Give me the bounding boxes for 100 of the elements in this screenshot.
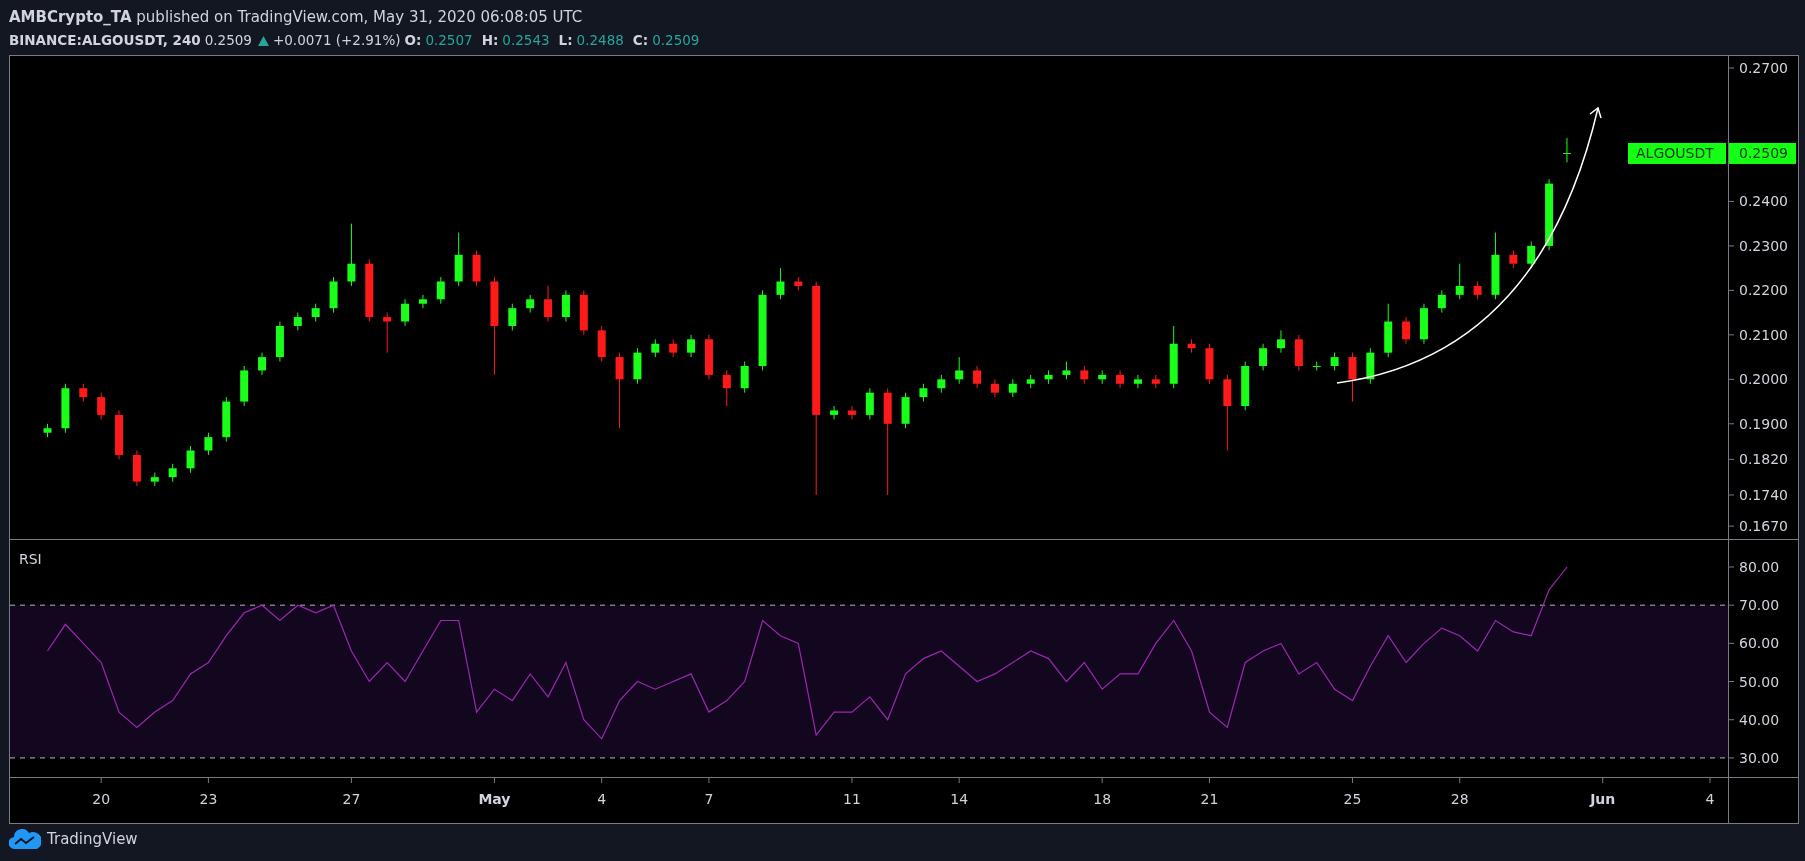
date-axis-label: 20 xyxy=(92,791,111,807)
price-axis-label: 0.1820 xyxy=(1739,451,1788,468)
date-axis-label: 4 xyxy=(1705,791,1715,807)
price-axis-label: 0.2100 xyxy=(1739,326,1788,343)
candle xyxy=(1044,369,1053,385)
candle xyxy=(1294,334,1303,371)
author-name[interactable]: AMBCrypto_TA xyxy=(9,8,132,26)
candle xyxy=(722,369,731,407)
candle xyxy=(79,383,88,403)
rsi-axis-label: 30.00 xyxy=(1739,749,1780,766)
date-axis-label: 4 xyxy=(597,791,607,807)
candle xyxy=(204,432,213,456)
candle xyxy=(919,383,928,403)
date-axis-label: May xyxy=(478,791,511,807)
candle xyxy=(1330,352,1339,371)
ohlc-value: 0.2488 xyxy=(576,31,624,50)
ohlc-label: L: xyxy=(558,31,573,50)
candle xyxy=(1455,263,1464,300)
date-axis-label: 14 xyxy=(950,791,969,807)
candle xyxy=(1116,369,1125,389)
price-axis-label: 0.1900 xyxy=(1739,415,1788,432)
candle xyxy=(1366,347,1375,385)
ohlc-value: 0.2507 xyxy=(425,31,473,50)
date-axis-label: 28 xyxy=(1450,791,1469,807)
candle xyxy=(275,321,284,363)
price-axis-label: 0.2000 xyxy=(1739,371,1788,388)
candle xyxy=(1187,338,1196,354)
ohlc-label: H: xyxy=(481,31,499,50)
price-axis-label: 0.2700 xyxy=(1739,60,1788,76)
candle xyxy=(1402,316,1411,345)
candle xyxy=(1080,365,1089,385)
candle xyxy=(1437,289,1446,314)
candle xyxy=(847,405,856,420)
candle xyxy=(1348,352,1357,403)
candle xyxy=(1169,325,1178,389)
candle xyxy=(1312,361,1321,371)
publish-info: published on TradingView.com, May 31, 2020 06:08:05 UTC xyxy=(136,8,583,26)
candle xyxy=(669,338,678,358)
price-change: +0.0071 (+2.91%) xyxy=(272,31,401,50)
rsi-axis-label: 50.00 xyxy=(1739,673,1780,690)
date-axis-label: 23 xyxy=(199,791,218,807)
candle xyxy=(579,289,588,336)
candle xyxy=(293,312,302,331)
candle xyxy=(597,325,606,363)
candle xyxy=(1026,374,1035,389)
candle xyxy=(1008,378,1017,398)
rsi-title: RSI xyxy=(19,551,42,567)
candle xyxy=(418,294,427,309)
candle xyxy=(258,352,267,376)
price-axis-label: 0.2200 xyxy=(1739,282,1788,299)
candle xyxy=(973,365,982,389)
ohlc-value: 0.2509 xyxy=(652,31,700,50)
rsi-axis-label: 40.00 xyxy=(1739,711,1780,728)
candle xyxy=(1151,374,1160,389)
candle xyxy=(115,409,124,460)
candle xyxy=(1098,369,1107,385)
date-axis-label: 25 xyxy=(1343,791,1362,807)
candle xyxy=(1241,361,1250,411)
candle xyxy=(704,334,713,380)
candle xyxy=(1062,361,1071,380)
candle xyxy=(901,392,910,429)
candle xyxy=(955,356,964,385)
candle xyxy=(1133,374,1142,389)
candle xyxy=(1419,303,1428,345)
last-price: 0.2509 xyxy=(204,31,252,50)
candle xyxy=(1491,232,1500,300)
candle xyxy=(1205,343,1214,385)
candle xyxy=(830,405,839,420)
candle xyxy=(937,374,946,394)
candle xyxy=(990,378,999,398)
candle xyxy=(794,276,803,291)
date-axis-label: 7 xyxy=(704,791,714,807)
rsi-axis-label: 80.00 xyxy=(1739,559,1780,575)
date-axis-label: 21 xyxy=(1200,791,1219,807)
candle xyxy=(472,249,481,287)
candle xyxy=(329,276,338,314)
brand-name[interactable]: TradingView xyxy=(47,830,138,848)
candle xyxy=(222,396,231,443)
candle xyxy=(687,334,696,358)
candle xyxy=(150,472,159,487)
candle xyxy=(43,423,52,438)
candle xyxy=(186,445,195,474)
date-axis-label: 27 xyxy=(342,791,361,807)
candle xyxy=(633,347,642,385)
candle xyxy=(865,387,874,420)
ohlc-label: C: xyxy=(632,31,649,50)
date-axis-label: 11 xyxy=(843,791,861,807)
candle xyxy=(1259,343,1268,371)
ohlc-label: O: xyxy=(404,31,422,50)
cloud-logo-icon xyxy=(9,829,41,849)
date-axis-label: 18 xyxy=(1093,791,1112,807)
price-axis-label: 0.1740 xyxy=(1739,486,1788,503)
candle xyxy=(365,258,374,322)
candle xyxy=(1473,281,1482,300)
candle xyxy=(651,338,660,358)
candle xyxy=(132,450,141,487)
candle xyxy=(1562,137,1571,163)
rsi-axis-label: 70.00 xyxy=(1739,597,1780,614)
candle xyxy=(168,463,177,483)
candle xyxy=(240,365,249,407)
